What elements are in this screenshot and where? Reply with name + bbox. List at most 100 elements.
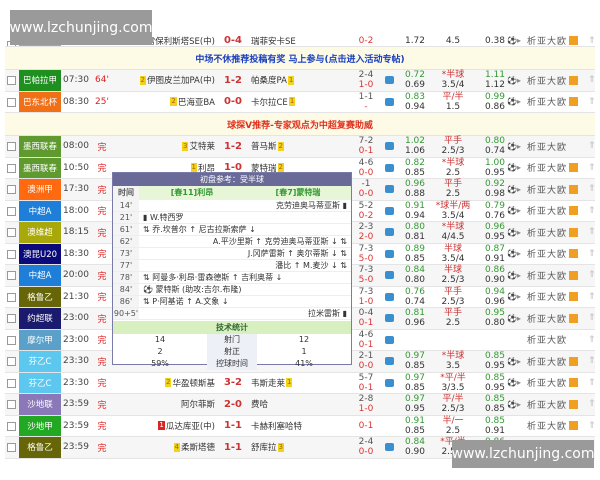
promo-banner[interactable]: 中场不休推荐投稿有奖 马上参与(点击进入活动专帖) [5, 47, 595, 70]
home-team[interactable]: 阿尔菲斯 [115, 394, 215, 415]
row-checkbox[interactable] [7, 421, 16, 431]
data-box-icon[interactable] [569, 378, 579, 388]
pin-arrow-icon[interactable]: ⇑ [588, 244, 596, 265]
live-play-icon[interactable]: ⚽▸ [507, 201, 525, 222]
live-play-icon[interactable]: ⚽▸ [507, 136, 525, 157]
home-team[interactable]: 1 瓜达库亚(中) [115, 416, 215, 437]
row-checkbox[interactable] [7, 357, 16, 366]
league-badge[interactable]: 墨西联春 [19, 157, 61, 178]
odds-links[interactable]: 析亚大欧 [527, 265, 589, 286]
row-checkbox[interactable] [7, 185, 16, 194]
odds-links[interactable]: 析亚大欧 [527, 244, 589, 265]
league-badge[interactable]: 摩尔甲 [19, 329, 61, 350]
home-team[interactable]: 4 柔斯塔德 [115, 437, 215, 458]
live-play-icon[interactable]: ⚽▸ [507, 222, 525, 243]
pin-arrow-icon[interactable]: ⇑ [588, 201, 596, 222]
analysis-icon[interactable] [385, 308, 399, 329]
league-badge[interactable]: 巴东北杯 [19, 91, 61, 112]
row-checkbox[interactable] [7, 271, 16, 280]
league-badge[interactable]: 中超A [19, 200, 61, 221]
analysis-icon[interactable] [385, 158, 399, 179]
data-box-icon[interactable] [569, 227, 579, 237]
pin-arrow-icon[interactable]: ⇑ [588, 287, 596, 308]
row-checkbox[interactable] [7, 335, 16, 345]
home-team[interactable]: 2 巴海亚BA [115, 92, 215, 113]
league-badge[interactable]: 芬乙C [19, 372, 61, 393]
league-badge[interactable]: 沙地甲 [19, 415, 61, 436]
home-team[interactable]: 2 华盈顿斯基 [115, 373, 215, 394]
analysis-icon[interactable] [385, 70, 399, 91]
odds-links[interactable]: 析亚大欧 [527, 92, 589, 113]
odds-links[interactable]: 析亚大欧 [527, 179, 589, 200]
league-badge[interactable]: 格鲁乙 [19, 437, 61, 458]
pin-arrow-icon[interactable]: ⇑ [588, 222, 596, 243]
away-team[interactable]: 普马斯 2 [251, 136, 351, 157]
live-play-icon[interactable]: ⚽▸ [507, 70, 525, 91]
live-play-icon[interactable]: ⚽▸ [507, 265, 525, 286]
league-badge[interactable]: 墨西联春 [19, 136, 61, 157]
odds-links[interactable]: 析亚大欧 [527, 416, 589, 437]
home-team[interactable]: 2 伊图皮兰加PA(中) [115, 70, 215, 91]
analysis-icon[interactable] [385, 351, 399, 372]
odds-links[interactable]: 析亚大欧 [527, 351, 589, 372]
row-checkbox[interactable] [7, 163, 16, 173]
analysis-icon[interactable] [385, 330, 399, 351]
data-box-icon[interactable] [569, 270, 579, 280]
live-play-icon[interactable]: ⚽▸ [507, 244, 525, 265]
away-team[interactable]: 卡赫利塞哈特 [251, 416, 351, 437]
odds-links[interactable]: 析亚大欧 [527, 373, 589, 394]
league-badge[interactable]: 沙地联 [19, 394, 61, 415]
row-checkbox[interactable] [7, 400, 16, 409]
score[interactable]: 1-1 [215, 437, 251, 458]
score[interactable]: 1-2 [215, 70, 251, 91]
data-box-icon[interactable] [569, 36, 579, 45]
score[interactable]: 0-4 [215, 35, 251, 46]
data-box-icon[interactable] [569, 163, 579, 173]
row-checkbox[interactable] [7, 97, 16, 107]
row-checkbox[interactable] [7, 228, 16, 237]
odds-links[interactable]: 析亚大欧 [527, 308, 589, 329]
odds-links[interactable]: 析亚大欧 [527, 136, 589, 157]
league-badge[interactable]: 芬乙C [19, 351, 61, 372]
live-play-icon[interactable]: ⚽▸ [507, 394, 525, 415]
data-box-icon[interactable] [569, 184, 579, 194]
analysis-icon[interactable] [385, 92, 399, 113]
row-checkbox[interactable] [7, 206, 16, 216]
odds-links[interactable]: 析亚大欧 [527, 35, 589, 46]
pin-arrow-icon[interactable]: ⇑ [588, 351, 596, 372]
score[interactable]: 3-2 [215, 373, 251, 394]
league-badge[interactable]: 澳维超 [19, 222, 61, 243]
data-box-icon[interactable] [569, 206, 579, 216]
pin-arrow-icon[interactable]: ⇑ [588, 416, 596, 437]
odds-links[interactable]: 析亚大欧 [527, 394, 589, 415]
live-play-icon[interactable]: ⚽▸ [507, 287, 525, 308]
live-play-icon[interactable]: ⚽▸ [507, 179, 525, 200]
odds-links[interactable]: 析亚大欧 [527, 201, 589, 222]
league-badge[interactable]: 中超A [19, 265, 61, 286]
row-checkbox[interactable] [7, 378, 16, 388]
data-box-icon[interactable] [569, 421, 579, 431]
analysis-icon[interactable] [385, 136, 399, 157]
analysis-icon[interactable] [385, 222, 399, 243]
row-checkbox[interactable] [7, 443, 16, 452]
data-box-icon[interactable] [569, 356, 579, 366]
row-checkbox[interactable] [7, 314, 16, 323]
analysis-icon[interactable] [385, 437, 399, 458]
away-team[interactable]: 费哈 [251, 394, 351, 415]
analysis-icon[interactable] [385, 244, 399, 265]
score[interactable]: 1-2 [215, 136, 251, 157]
pin-arrow-icon[interactable]: ⇑ [588, 92, 596, 113]
pin-arrow-icon[interactable]: ⇑ [588, 35, 595, 46]
data-box-icon[interactable] [569, 292, 579, 302]
away-team[interactable]: 舒库拉 3 [251, 437, 351, 458]
live-play-icon[interactable]: ⚽▸ [507, 373, 525, 394]
away-team[interactable]: 帕桑度PA 1 [251, 70, 351, 91]
pin-arrow-icon[interactable]: ⇑ [588, 265, 596, 286]
odds-links[interactable]: 析亚大欧 [527, 222, 589, 243]
league-badge[interactable]: 巴帕拉甲 [19, 70, 61, 91]
live-play-icon[interactable]: ⚽▸ [507, 158, 525, 179]
league-badge[interactable]: 格鲁乙 [19, 286, 61, 307]
analysis-icon[interactable] [385, 179, 399, 200]
live-play-icon[interactable]: ⚽▸ [507, 351, 525, 372]
live-play-icon[interactable]: ⚽▸ [507, 92, 525, 113]
